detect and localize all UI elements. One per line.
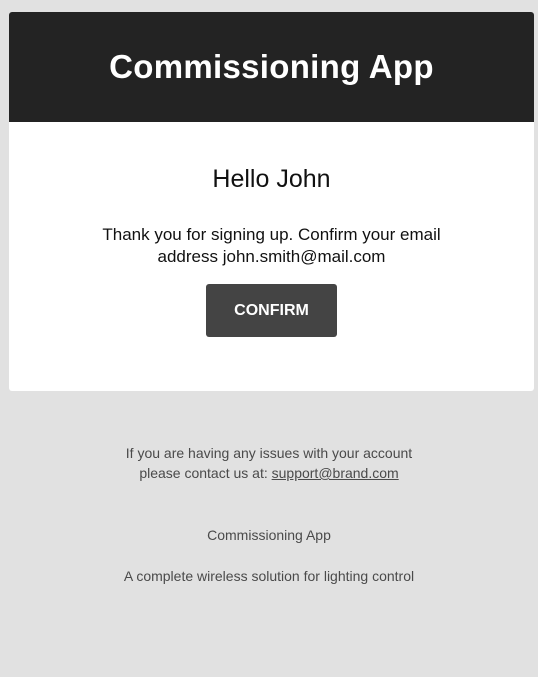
footer-app-name: Commissioning App	[207, 527, 331, 543]
footer-issues-line-2: please contact us at:	[139, 465, 272, 481]
confirm-button[interactable]: CONFIRM	[206, 284, 337, 337]
footer-tagline: A complete wireless solution for lightin…	[123, 568, 415, 584]
support-email-link[interactable]: support@brand.com	[272, 465, 399, 481]
app-title: Commissioning App	[109, 48, 434, 85]
confirmation-message: Thank you for signing up. Confirm your e…	[42, 224, 502, 268]
message-line-2: address john.smith@mail.com	[157, 247, 386, 266]
footer-issues-text: If you are having any issues with your a…	[69, 443, 469, 483]
footer: If you are having any issues with your a…	[0, 443, 538, 586]
footer-issues-line-1: If you are having any issues with your a…	[125, 445, 413, 461]
greeting-heading: Hello John	[212, 165, 331, 193]
card-body: Hello John Thank you for signing up. Con…	[9, 122, 534, 337]
email-card: Commissioning App Hello John Thank you f…	[9, 12, 534, 391]
message-line-1: Thank you for signing up. Confirm your e…	[102, 225, 441, 244]
card-header: Commissioning App	[9, 12, 534, 122]
